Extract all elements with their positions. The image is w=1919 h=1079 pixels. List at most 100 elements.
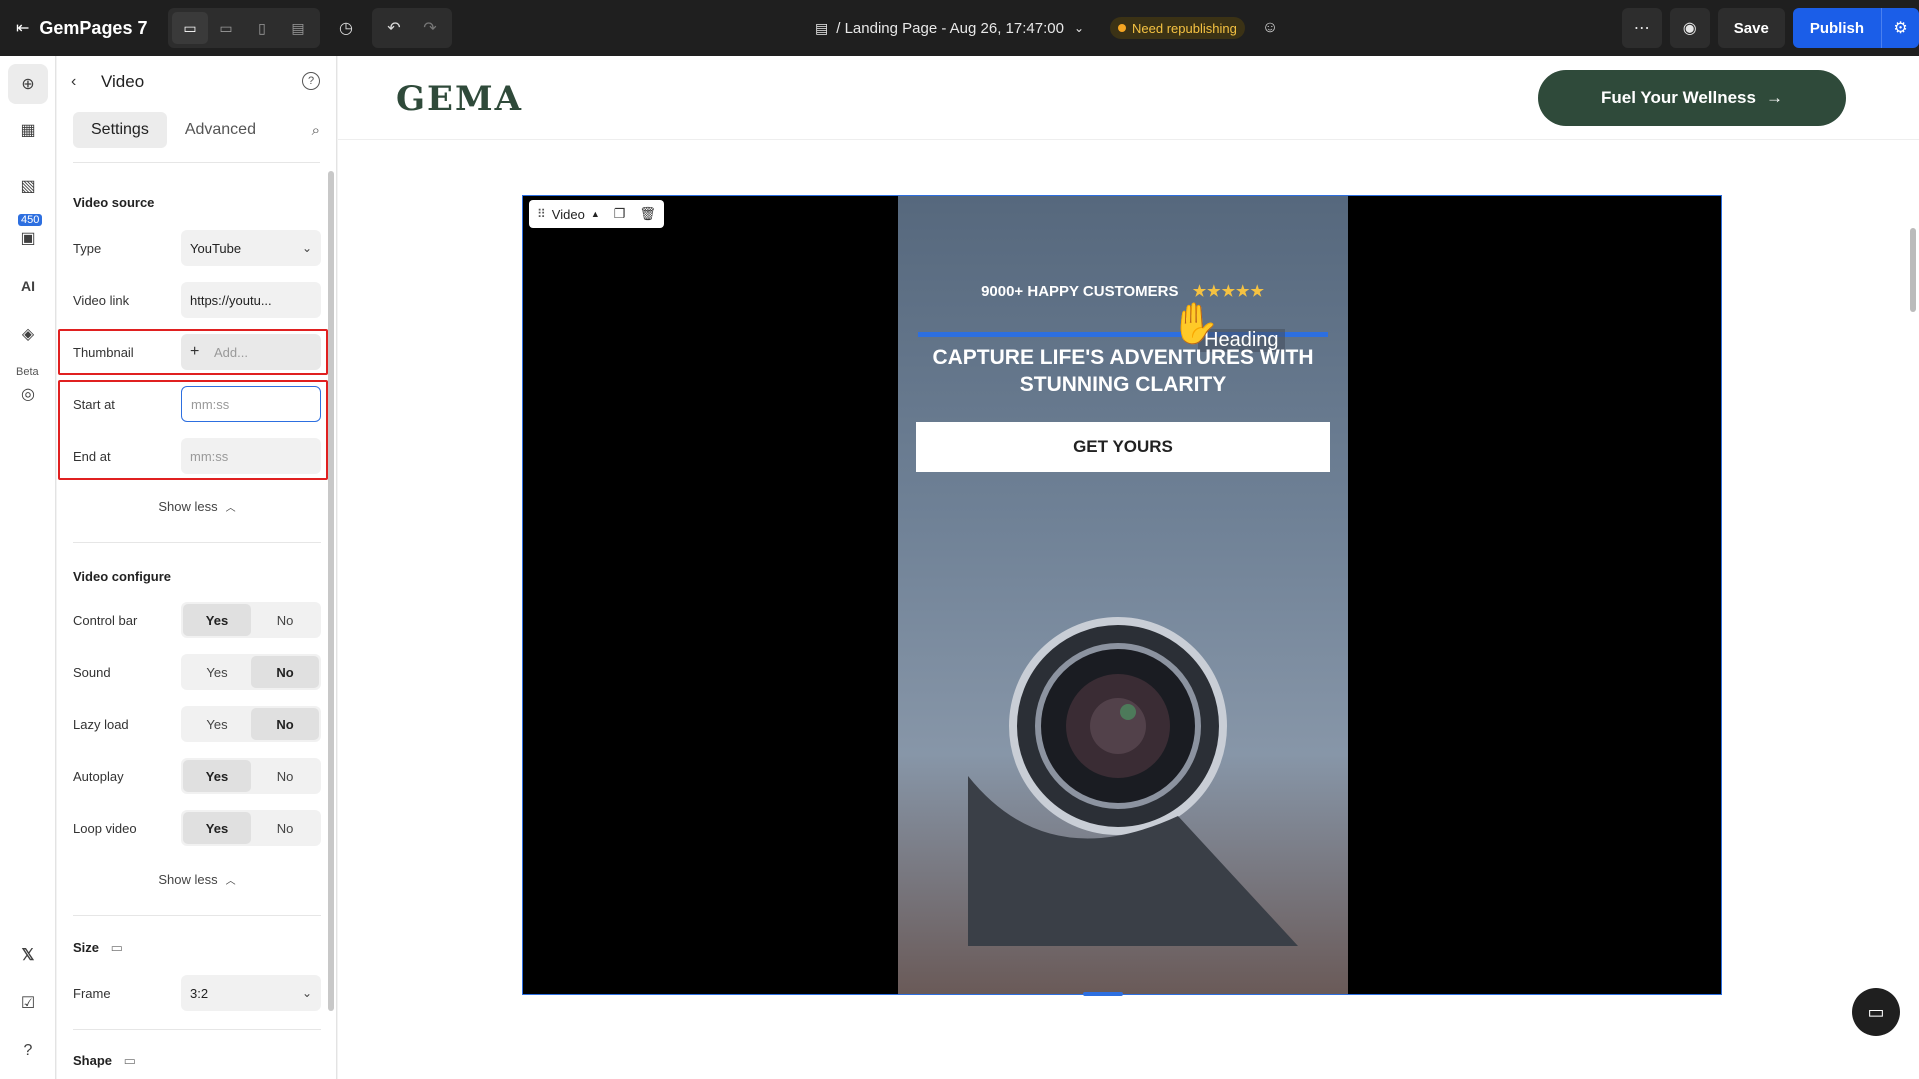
panel-tabs: Settings Advanced ⌕ bbox=[73, 108, 320, 152]
save-button[interactable]: Save bbox=[1717, 8, 1785, 48]
loop-video-yes[interactable]: Yes bbox=[183, 812, 251, 844]
undo-icon[interactable]: ↶ bbox=[376, 10, 412, 46]
desktop-view-icon[interactable]: ▭ bbox=[172, 12, 208, 44]
video-customers-text: 9000+ HAPPY CUSTOMERS ★★★★★ bbox=[898, 282, 1348, 300]
trash-icon[interactable]: 🗑 bbox=[639, 206, 656, 222]
loop-video-toggle: Yes No bbox=[181, 810, 321, 846]
redo-icon[interactable]: ↷ bbox=[412, 10, 448, 46]
control-bar-no[interactable]: No bbox=[251, 604, 319, 636]
publish-button[interactable]: Publish bbox=[1792, 8, 1881, 48]
sound-no[interactable]: No bbox=[251, 656, 319, 688]
video-link-input[interactable]: https://youtu... bbox=[181, 282, 321, 318]
library-icon[interactable]: ▣ bbox=[8, 218, 48, 258]
app-brand: GemPages 7 bbox=[39, 17, 148, 38]
comments-icon[interactable]: ☺ bbox=[1252, 10, 1288, 46]
pages-icon[interactable]: ▧ bbox=[8, 166, 48, 206]
lazy-load-no[interactable]: No bbox=[251, 708, 319, 740]
panel-title: Video bbox=[101, 72, 145, 91]
history-icon[interactable]: ◷ bbox=[328, 10, 364, 46]
drag-handle-icon[interactable]: ⠿ bbox=[537, 207, 546, 221]
exit-icon[interactable]: ⇤ bbox=[16, 18, 29, 38]
size-title-label: Size bbox=[73, 940, 100, 955]
status-badge: Need republishing bbox=[1110, 17, 1245, 39]
panel-header: ‹ Video ? bbox=[57, 56, 336, 108]
checklist-icon[interactable]: ☑ bbox=[8, 983, 48, 1023]
divider bbox=[73, 1029, 321, 1030]
star-rating-icon: ★★★★★ bbox=[1192, 283, 1265, 300]
apps-icon[interactable]: ▦ bbox=[8, 110, 48, 150]
preview-eye-icon[interactable]: ◉ bbox=[1669, 8, 1710, 48]
lazy-load-label: Lazy load bbox=[73, 716, 129, 732]
panel-scrollbar[interactable] bbox=[328, 171, 334, 1011]
type-select[interactable]: YouTube ⌄ bbox=[181, 230, 321, 266]
lazy-load-toggle: Yes No bbox=[181, 706, 321, 742]
autoplay-no[interactable]: No bbox=[251, 760, 319, 792]
control-bar-row: Control bar Yes No bbox=[73, 602, 321, 638]
divider bbox=[73, 915, 321, 916]
size-title: Size ▭ bbox=[57, 940, 139, 956]
more-options-icon[interactable]: ⋯ bbox=[1621, 8, 1662, 48]
responsive-view-icon[interactable]: ▤ bbox=[280, 12, 316, 44]
chat-support-icon[interactable]: ▭ bbox=[1852, 988, 1900, 1036]
search-icon[interactable]: ⌕ bbox=[312, 122, 320, 139]
add-element-icon[interactable]: ⊕ bbox=[8, 64, 48, 104]
autoplay-yes[interactable]: Yes bbox=[183, 760, 251, 792]
video-element[interactable]: 9000+ HAPPY CUSTOMERS ★★★★★ Heading CAPT… bbox=[522, 195, 1722, 996]
sound-toggle: Yes No bbox=[181, 654, 321, 690]
settings-panel: ‹ Video ? Settings Advanced ⌕ Video sour… bbox=[57, 56, 337, 1079]
publish-settings-gear-icon[interactable]: ⚙ bbox=[1881, 8, 1919, 48]
help-circle-icon[interactable]: ? bbox=[302, 72, 320, 90]
arrow-right-icon: → bbox=[1765, 88, 1783, 107]
ai-icon[interactable]: AI bbox=[8, 266, 48, 306]
tab-advanced[interactable]: Advanced bbox=[167, 112, 274, 148]
chevron-up-icon: ︿ bbox=[225, 876, 236, 887]
divider bbox=[73, 542, 321, 543]
control-bar-label: Control bar bbox=[73, 612, 138, 628]
cta-button[interactable]: Fuel Your Wellness → bbox=[1538, 70, 1846, 126]
frame-select[interactable]: 3:2 ⌄ bbox=[181, 975, 321, 1011]
page-icon: ▤ bbox=[815, 19, 829, 36]
headline-line-1: CAPTURE LIFE'S ADVENTURES WITH bbox=[932, 346, 1314, 369]
chevron-down-icon: ⌄ bbox=[301, 986, 312, 1000]
x-icon[interactable]: 𝕏 bbox=[8, 935, 48, 975]
beta-feature-icon[interactable]: ◎ bbox=[8, 374, 48, 414]
autoplay-label: Autoplay bbox=[73, 768, 124, 784]
chevron-up-icon: ︿ bbox=[225, 503, 236, 514]
control-bar-yes[interactable]: Yes bbox=[183, 604, 251, 636]
layers-icon[interactable]: ◈ bbox=[8, 314, 48, 354]
status-badge-label: Need republishing bbox=[1132, 20, 1237, 36]
back-arrow-icon[interactable]: ‹ bbox=[71, 73, 91, 91]
shape-title: Shape ▭ bbox=[57, 1053, 152, 1069]
loop-video-no[interactable]: No bbox=[251, 812, 319, 844]
sound-yes[interactable]: Yes bbox=[183, 656, 251, 688]
show-less-source[interactable]: Show less ︿ bbox=[57, 499, 336, 514]
autoplay-toggle: Yes No bbox=[181, 758, 321, 794]
hand-cursor-icon: ✋ bbox=[1170, 302, 1220, 346]
status-dot bbox=[1118, 24, 1126, 32]
video-configure-title: Video configure bbox=[73, 569, 171, 584]
video-frame: 9000+ HAPPY CUSTOMERS ★★★★★ Heading CAPT… bbox=[898, 196, 1348, 994]
video-element-toolbar[interactable]: ⠿ Video ▲ ❐ 🗑 bbox=[529, 200, 664, 228]
page-selector[interactable]: ▤ / Landing Page - Aug 26, 17:47:00 ⌄ bbox=[815, 0, 1084, 56]
chevron-down-icon: ⌄ bbox=[1073, 21, 1084, 35]
tab-settings[interactable]: Settings bbox=[73, 112, 167, 148]
editor-canvas: GEMA Fuel Your Wellness → 9000+ HAPPY CU… bbox=[338, 56, 1919, 1079]
mobile-view-icon[interactable]: ▯ bbox=[244, 12, 280, 44]
left-rail: ⊕ ▦ ▧ 450 ▣ AI ◈ Beta ◎ 𝕏 ☑ ? bbox=[0, 56, 56, 1079]
canvas-scrollbar[interactable] bbox=[1910, 228, 1916, 312]
frame-row: Frame 3:2 ⌄ bbox=[73, 975, 321, 1011]
tablet-landscape-view-icon[interactable]: ▭ bbox=[208, 12, 244, 44]
caret-up-icon[interactable]: ▲ bbox=[591, 209, 600, 219]
lazy-load-row: Lazy load Yes No bbox=[73, 706, 321, 742]
site-header: GEMA Fuel Your Wellness → bbox=[338, 56, 1919, 140]
sound-row: Sound Yes No bbox=[73, 654, 321, 690]
type-value: YouTube bbox=[190, 240, 242, 256]
type-row: Type YouTube ⌄ bbox=[73, 230, 321, 266]
show-less-configure[interactable]: Show less ︿ bbox=[57, 872, 336, 887]
page-title: / Landing Page - Aug 26, 17:47:00 bbox=[836, 19, 1064, 37]
video-tag-label: Video bbox=[551, 206, 585, 222]
duplicate-icon[interactable]: ❐ bbox=[614, 206, 626, 222]
lazy-load-yes[interactable]: Yes bbox=[183, 708, 251, 740]
help-icon[interactable]: ? bbox=[8, 1031, 48, 1071]
resize-handle[interactable] bbox=[1083, 992, 1123, 996]
